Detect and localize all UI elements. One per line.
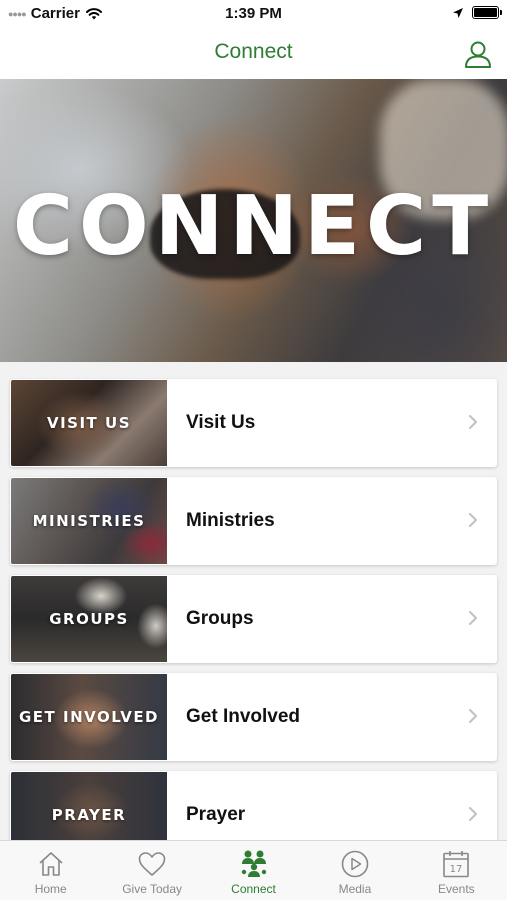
ministries-thumbnail: MINISTRIES bbox=[11, 478, 167, 564]
chevron-right-icon bbox=[468, 806, 478, 822]
calendar-icon: 17 bbox=[443, 851, 470, 878]
list-item-get-involved[interactable]: GET INVOLVED Get Involved bbox=[10, 673, 497, 761]
tab-give-today[interactable]: Give Today bbox=[101, 841, 202, 900]
hero-title: CONNECT bbox=[12, 179, 495, 274]
visit-us-thumbnail: VISIT US bbox=[11, 380, 167, 466]
play-icon bbox=[341, 850, 369, 878]
nav-bar: Connect bbox=[0, 28, 507, 79]
home-icon bbox=[39, 852, 63, 876]
people-icon bbox=[241, 850, 266, 877]
tab-label: Media bbox=[338, 882, 372, 896]
status-time: 1:39 PM bbox=[225, 5, 282, 22]
heart-icon bbox=[138, 852, 166, 876]
list-item-prayer[interactable]: PRAYER Prayer bbox=[10, 771, 497, 840]
prayer-thumbnail: PRAYER bbox=[11, 772, 167, 840]
hero-banner: CONNECT bbox=[0, 79, 507, 362]
chevron-right-icon bbox=[468, 708, 478, 724]
thumbnail-caption: PRAYER bbox=[51, 806, 127, 824]
status-right bbox=[452, 6, 502, 19]
location-arrow-icon bbox=[453, 7, 463, 18]
chevron-right-icon bbox=[468, 610, 478, 626]
calendar-day: 17 bbox=[450, 864, 463, 875]
tab-label: Connect bbox=[231, 882, 276, 896]
thumbnail-caption: GET INVOLVED bbox=[18, 708, 160, 726]
list-item-label: Visit Us bbox=[186, 412, 256, 433]
tab-connect[interactable]: Connect bbox=[203, 841, 304, 900]
thumbnail-caption: GROUPS bbox=[49, 610, 129, 628]
groups-thumbnail: GROUPS bbox=[11, 576, 167, 662]
tab-label: Home bbox=[34, 882, 67, 896]
get-involved-thumbnail: GET INVOLVED bbox=[11, 674, 167, 760]
battery-icon bbox=[472, 6, 502, 19]
chevron-right-icon bbox=[468, 512, 478, 528]
tab-media[interactable]: Media bbox=[304, 841, 405, 900]
list-item-groups[interactable]: GROUPS Groups bbox=[10, 575, 497, 663]
list-item-label: Get Involved bbox=[186, 706, 301, 727]
page-title: Connect bbox=[214, 40, 293, 63]
thumbnail-caption: MINISTRIES bbox=[32, 512, 146, 530]
tab-bar: Home Give Today Connect Media 17 Events bbox=[0, 840, 507, 900]
list-item-ministries[interactable]: MINISTRIES Ministries bbox=[10, 477, 497, 565]
tab-label: Events bbox=[437, 882, 475, 896]
profile-icon[interactable] bbox=[463, 39, 493, 69]
thumbnail-caption: VISIT US bbox=[46, 414, 131, 432]
list-item-label: Prayer bbox=[186, 804, 246, 825]
list-item-visit-us[interactable]: VISIT US Visit Us bbox=[10, 379, 497, 467]
list-item-label: Groups bbox=[186, 608, 254, 629]
tab-events[interactable]: 17 Events bbox=[406, 841, 507, 900]
tab-home[interactable]: Home bbox=[0, 841, 101, 900]
chevron-right-icon bbox=[468, 414, 478, 430]
tab-label: Give Today bbox=[122, 882, 183, 896]
connect-list: VISIT US Visit Us MINISTRIES Ministries … bbox=[0, 362, 507, 840]
status-bar: ●●●● Carrier 1:39 PM bbox=[0, 0, 507, 28]
list-item-label: Ministries bbox=[186, 510, 275, 531]
